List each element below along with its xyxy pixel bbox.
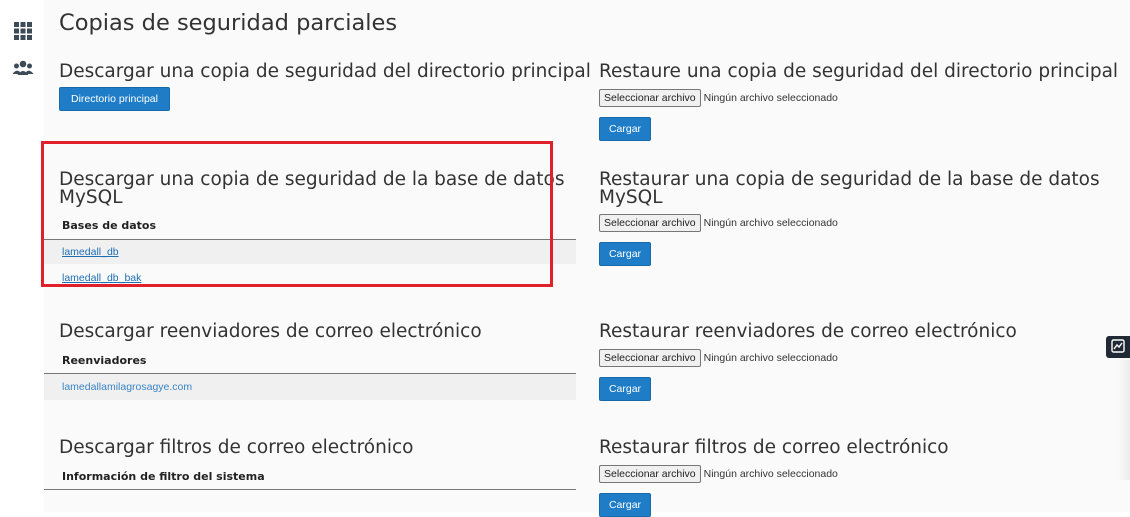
forwarders-choose-file-button[interactable]: Seleccionar archivo	[599, 349, 701, 367]
mysql-file-chooser: Seleccionar archivo Ningún archivo selec…	[599, 214, 838, 232]
users-icon[interactable]	[12, 58, 34, 80]
home-file-chooser: Seleccionar archivo Ningún archivo selec…	[599, 89, 838, 107]
analytics-widget-tab[interactable]	[1106, 336, 1130, 358]
home-download-title: Descargar una copia de seguridad del dir…	[59, 61, 591, 82]
filters-table-header-rule	[44, 489, 576, 490]
forwarder-link[interactable]: lamedallamilagrosagye.com	[62, 381, 192, 393]
highlight-annotation-box	[41, 141, 553, 287]
filters-no-file-text: Ningún archivo seleccionado	[703, 468, 838, 480]
mysql-no-file-text: Ningún archivo seleccionado	[703, 217, 838, 229]
filters-upload-button[interactable]: Cargar	[599, 493, 651, 517]
forwarders-download-title: Descargar reenviadores de correo electró…	[59, 321, 482, 342]
mysql-choose-file-button[interactable]: Seleccionar archivo	[599, 214, 701, 232]
scroll-edge-shadow	[1118, 360, 1130, 480]
mysql-restore-title-line1: Restaurar una copia de seguridad de la b…	[599, 169, 1100, 190]
mysql-upload-button[interactable]: Cargar	[599, 242, 651, 266]
mysql-restore-title-line2: MySQL	[599, 187, 663, 208]
home-restore-title: Restaure una copia de seguridad del dire…	[599, 61, 1119, 82]
forwarders-no-file-text: Ningún archivo seleccionado	[703, 352, 838, 364]
left-icon-rail	[0, 0, 44, 512]
apps-grid-icon[interactable]	[12, 20, 34, 42]
forwarders-restore-title: Restaurar reenviadores de correo electró…	[599, 321, 1017, 342]
page-title: Copias de seguridad parciales	[59, 10, 398, 36]
filters-file-chooser: Seleccionar archivo Ningún archivo selec…	[599, 465, 838, 483]
filters-choose-file-button[interactable]: Seleccionar archivo	[599, 465, 701, 483]
home-directory-download-button[interactable]: Directorio principal	[59, 87, 170, 111]
home-upload-button[interactable]: Cargar	[599, 117, 651, 141]
chart-line-icon	[1111, 338, 1125, 357]
filters-restore-title: Restaurar filtros de correo electrónico	[599, 437, 949, 458]
forwarders-upload-button[interactable]: Cargar	[599, 377, 651, 401]
filters-download-title: Descargar filtros de correo electrónico	[59, 437, 414, 458]
forwarders-file-chooser: Seleccionar archivo Ningún archivo selec…	[599, 349, 838, 367]
home-no-file-text: Ningún archivo seleccionado	[703, 92, 838, 104]
forwarders-table-header: Reenviadores	[62, 354, 147, 367]
filters-table-header: Información de filtro del sistema	[62, 470, 265, 483]
home-choose-file-button[interactable]: Seleccionar archivo	[599, 89, 701, 107]
